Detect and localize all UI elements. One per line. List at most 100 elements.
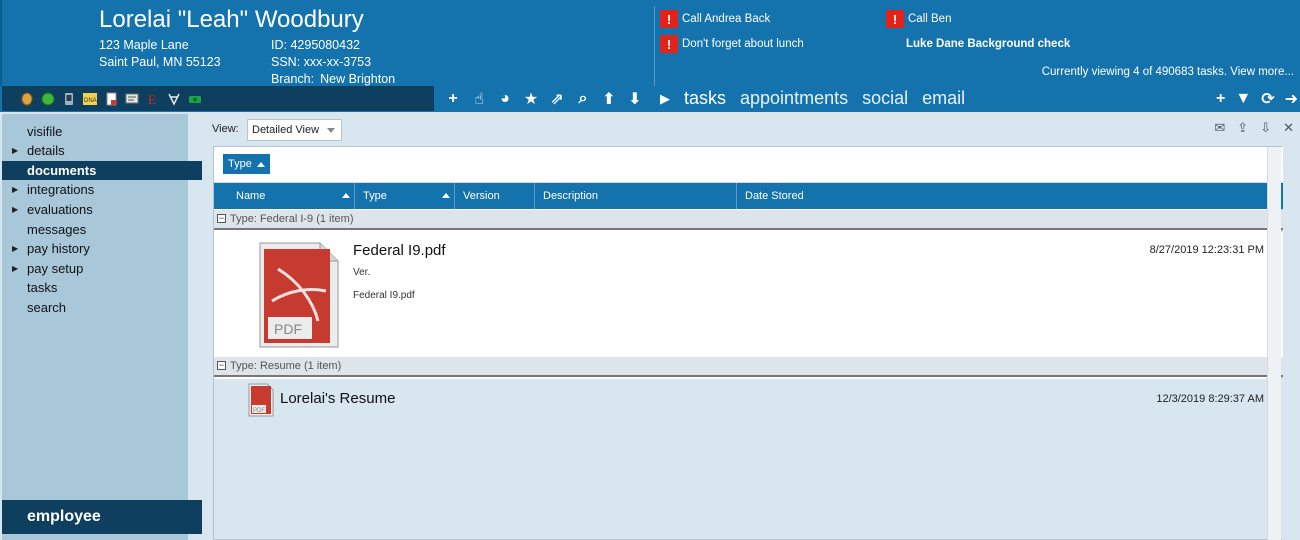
document-name[interactable]: Federal I9.pdf bbox=[353, 242, 446, 259]
play-icon[interactable]: ▶ bbox=[660, 91, 670, 107]
upload-icon[interactable]: ⇪ bbox=[1237, 120, 1248, 136]
add-task-icon[interactable]: + bbox=[1216, 90, 1225, 108]
task-alerts: ! Call Andrea Back ! Call Ben ! Don't fo… bbox=[660, 10, 1100, 60]
money-icon[interactable] bbox=[188, 92, 202, 106]
sidebar-item-messages[interactable]: messages bbox=[2, 220, 202, 239]
ssn-label: SSN: bbox=[271, 55, 301, 69]
sidebar-item-integrations[interactable]: ▶ integrations bbox=[2, 180, 202, 199]
alert-text: Call Andrea Back bbox=[682, 13, 771, 25]
sidebar-item-tasks[interactable]: tasks bbox=[2, 278, 202, 297]
mail-icon[interactable]: ✉ bbox=[1214, 120, 1225, 136]
column-date-stored[interactable]: Date Stored bbox=[736, 183, 1269, 209]
e-verify-icon[interactable]: E bbox=[146, 92, 160, 106]
sidebar-item-details[interactable]: ▶ details bbox=[2, 141, 202, 160]
arrow-down-icon[interactable]: ⬇ bbox=[625, 89, 645, 109]
dna-icon[interactable]: DNA bbox=[83, 92, 97, 106]
tab-tasks[interactable]: tasks bbox=[684, 88, 726, 109]
view-select[interactable]: Detailed View bbox=[247, 119, 342, 141]
record-toolbar: + ☝ ◕ ★ ⇗ ⌕ ⬆ ⬇ bbox=[434, 86, 654, 111]
sidebar-item-documents[interactable]: documents bbox=[2, 161, 202, 180]
alert-icon: ! bbox=[660, 35, 678, 53]
ssn-value: xxx-xx-3753 bbox=[303, 55, 372, 69]
column-type[interactable]: Type bbox=[354, 183, 454, 209]
sidebar-item-pay-history[interactable]: ▶ pay history bbox=[2, 239, 202, 258]
close-icon[interactable]: ✕ bbox=[1283, 120, 1294, 136]
quick-icon-bar: DNA E bbox=[2, 86, 434, 111]
sidebar: visifile ▶ details documents ▶ integration… bbox=[2, 114, 202, 540]
group-row-resume[interactable]: − Type: Resume (1 item) bbox=[214, 357, 1283, 377]
column-name[interactable]: Name bbox=[228, 183, 354, 209]
employee-ids: ID: 4295080432 SSN: xxx-xx-3753 Branch: N… bbox=[271, 37, 395, 88]
sidebar-footer-employee[interactable]: employee bbox=[2, 500, 202, 534]
task-tools: + ▼ ⟳ ➜ bbox=[1216, 86, 1298, 111]
add-icon[interactable]: + bbox=[443, 90, 463, 108]
group-chip-label: Type bbox=[228, 158, 252, 170]
address-line2: Saint Paul, MN 55123 bbox=[99, 55, 221, 69]
id-value: 4295080432 bbox=[290, 38, 360, 52]
collapse-icon[interactable]: − bbox=[217, 214, 226, 223]
chevron-down-icon bbox=[327, 128, 335, 133]
sidebar-item-search[interactable]: search bbox=[2, 298, 202, 317]
green-circle-icon[interactable] bbox=[41, 92, 55, 106]
employee-name: Lorelai "Leah" Woodbury bbox=[99, 6, 364, 33]
pie-chart-icon[interactable]: ◕ bbox=[495, 90, 515, 108]
tab-appointments[interactable]: appointments bbox=[740, 88, 848, 109]
group-row-federal-i9[interactable]: − Type: Federal I-9 (1 item) bbox=[214, 210, 1283, 230]
alert-item[interactable]: ! Call Andrea Back bbox=[660, 10, 770, 28]
alert-item[interactable]: ! Don't forget about lunch bbox=[660, 35, 804, 53]
sidebar-item-label: tasks bbox=[27, 280, 58, 295]
external-link-icon[interactable]: ⇗ bbox=[547, 89, 567, 109]
coin-icon[interactable] bbox=[20, 92, 34, 106]
sidebar-item-pay-setup[interactable]: ▶ pay setup bbox=[2, 259, 202, 278]
alert-item[interactable]: ! Call Ben bbox=[886, 10, 951, 28]
collapse-icon[interactable]: − bbox=[217, 361, 226, 370]
pdf-file-icon: PDF bbox=[248, 383, 274, 417]
document-icon[interactable] bbox=[104, 92, 118, 106]
pdf-thumb-label: PDF bbox=[274, 321, 302, 337]
expand-arrow-icon[interactable]: ▶ bbox=[12, 141, 18, 160]
column-description[interactable]: Description bbox=[534, 183, 736, 209]
branch-label: Branch: bbox=[271, 72, 315, 86]
document-name[interactable]: Lorelai's Resume bbox=[280, 390, 395, 407]
group-chip-type[interactable]: Type bbox=[223, 154, 270, 174]
tab-email[interactable]: email bbox=[922, 88, 965, 109]
group-by-bar: Type bbox=[214, 147, 1283, 183]
refresh-icon[interactable]: ⟳ bbox=[1261, 89, 1274, 109]
sidebar-item-label: pay history bbox=[27, 241, 90, 256]
alert-icon: ! bbox=[660, 10, 678, 28]
view-select-value: Detailed View bbox=[252, 124, 320, 136]
alert-text: Call Ben bbox=[908, 13, 952, 25]
arrow-up-icon[interactable]: ⬆ bbox=[599, 89, 619, 109]
alert-icon: ! bbox=[886, 10, 904, 28]
card-icon[interactable] bbox=[125, 92, 139, 106]
vertical-scrollbar[interactable] bbox=[1267, 147, 1281, 540]
expand-arrow-icon[interactable]: ▶ bbox=[12, 200, 18, 219]
pdf-file-icon: PDF bbox=[259, 242, 339, 348]
star-icon[interactable]: ★ bbox=[521, 89, 541, 109]
column-version[interactable]: Version bbox=[454, 183, 534, 209]
expand-arrow-icon[interactable]: ▶ bbox=[12, 239, 18, 258]
sidebar-item-label: evaluations bbox=[27, 202, 93, 217]
medical-icon[interactable] bbox=[167, 92, 181, 106]
view-more-link[interactable]: Currently viewing 4 of 490683 tasks. Vie… bbox=[1042, 66, 1294, 78]
search-icon[interactable]: ⌕ bbox=[573, 90, 593, 108]
expand-arrow-icon[interactable]: ▶ bbox=[12, 180, 18, 199]
column-label: Date Stored bbox=[745, 190, 804, 202]
filter-icon[interactable]: ▼ bbox=[1235, 90, 1251, 108]
sidebar-item-evaluations[interactable]: ▶ evaluations bbox=[2, 200, 202, 219]
table-row[interactable]: PDF Lorelai's Resume 12/3/2019 8:29:37 A… bbox=[214, 379, 1283, 539]
sidebar-item-visifile[interactable]: visifile bbox=[2, 122, 202, 141]
tab-social[interactable]: social bbox=[862, 88, 908, 109]
view-label: View: bbox=[212, 123, 239, 135]
pointer-icon[interactable]: ☝ bbox=[469, 89, 489, 109]
table-row[interactable]: PDF Federal I9.pdf Ver. Federal I9.pdf 8… bbox=[214, 232, 1283, 357]
alert-text: Don't forget about lunch bbox=[682, 38, 804, 50]
pdf-thumb-label: PDF bbox=[253, 408, 265, 414]
alert-item[interactable]: Luke Dane Background check bbox=[906, 38, 1070, 50]
expand-arrow-icon[interactable]: ▶ bbox=[12, 259, 18, 278]
column-label: Description bbox=[543, 190, 599, 202]
phone-icon[interactable] bbox=[62, 92, 76, 106]
arrow-right-icon[interactable]: ➜ bbox=[1285, 89, 1298, 109]
download-icon[interactable]: ⇩ bbox=[1260, 120, 1271, 136]
address-line1: 123 Maple Lane bbox=[99, 38, 189, 52]
